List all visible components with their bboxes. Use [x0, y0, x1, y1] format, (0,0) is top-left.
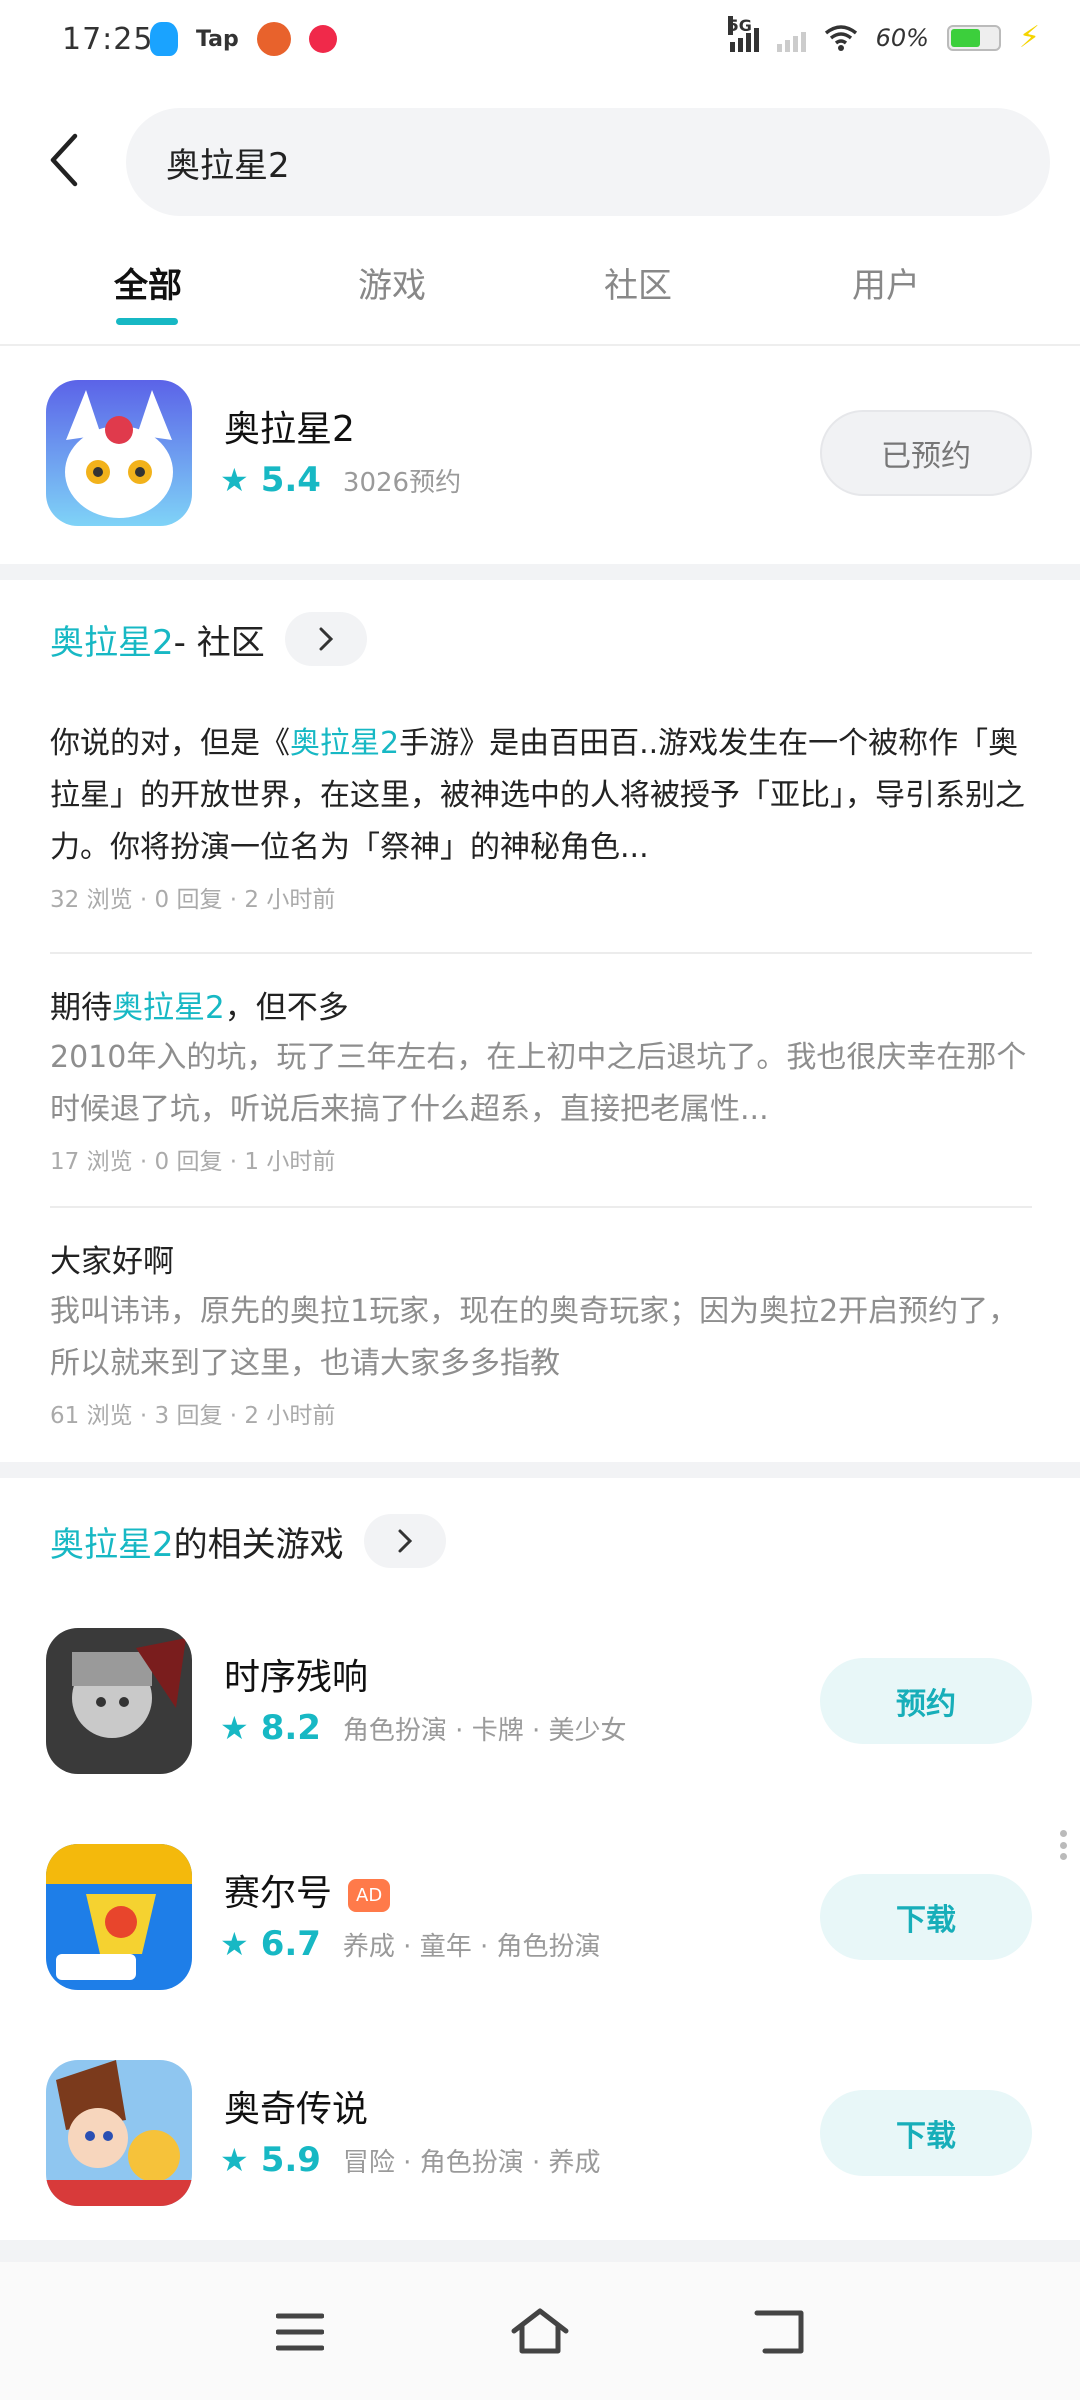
- post-body: 2010年入的坑，玩了三年左右，在上初中之后退坑了。我也很庆幸在那个时候退了坑，…: [50, 1040, 1027, 1127]
- system-icons: 5G 60% ⚡: [727, 15, 1040, 55]
- related-section-title: 奥拉星2 的相关游戏: [50, 1514, 446, 1568]
- community-post[interactable]: 你说的对，但是《奥拉星2手游》是由百田百..游戏发生在一个被称作「奥拉星」的开放…: [50, 718, 1032, 914]
- post-body: 我叫讳讳，原先的奥拉1玩家，现在的奥奇玩家；因为奥拉2开启预约了，所以就来到了这…: [50, 1294, 1019, 1381]
- post-title-prefix: 期待: [50, 990, 112, 1026]
- return-button[interactable]: [740, 2302, 820, 2362]
- charging-icon: ⚡: [1018, 20, 1040, 55]
- app-rating: 5.4: [260, 460, 321, 500]
- taptap-icon: Tap: [196, 26, 239, 52]
- star-icon: ★: [220, 1925, 249, 1963]
- more-options-icon[interactable]: [1058, 1830, 1068, 1860]
- related-game-item[interactable]: 奥奇传说 ★ 5.9 冒险 · 角色扮演 · 养成 下载: [0, 2060, 1080, 2230]
- community-title-highlight: 奥拉星2: [50, 622, 174, 663]
- game-tags: 冒险 · 角色扮演 · 养成: [342, 2147, 601, 2178]
- ad-badge: AD: [348, 1878, 391, 1912]
- related-game-item[interactable]: 赛尔号 AD ★ 6.7 养成 · 童年 · 角色扮演 下载: [0, 1844, 1080, 2014]
- tab-users[interactable]: 用户: [806, 258, 966, 307]
- tab-games[interactable]: 游戏: [312, 258, 472, 307]
- pumpkin-icon: [256, 22, 291, 56]
- section-divider: [0, 2240, 1080, 2262]
- community-post[interactable]: 期待奥拉星2，但不多 2010年入的坑，玩了三年左右，在上初中之后退坑了。我也很…: [50, 984, 1032, 1176]
- menu-icon: [276, 2313, 324, 2351]
- star-icon: ★: [220, 2141, 249, 2179]
- post-stats: 17 浏览 · 0 回复 · 1 小时前: [50, 1149, 336, 1175]
- network-type: 5G: [727, 15, 752, 35]
- related-title-highlight: 奥拉星2: [50, 1524, 174, 1565]
- chevron-right-icon: [398, 1529, 412, 1553]
- download-button[interactable]: 下载: [820, 2090, 1032, 2176]
- game-name: 奥奇传说: [224, 2089, 369, 2130]
- app-name: 奥拉星2: [224, 409, 355, 450]
- wifi-icon: [824, 24, 858, 52]
- post-body-highlight: 奥拉星2: [290, 726, 400, 761]
- status-bar: 17:25 Tap 5G 60% ⚡: [0, 0, 1080, 84]
- game-meta: ★ 6.7 养成 · 童年 · 角色扮演: [220, 1924, 601, 1964]
- post-body-prefix: 你说的对，但是《: [50, 726, 290, 761]
- app-icon: [46, 380, 192, 526]
- section-divider: [0, 564, 1080, 580]
- star-icon: ★: [220, 1709, 249, 1747]
- game-icon: [46, 1628, 192, 1774]
- battery-icon: [946, 24, 1001, 51]
- game-name: 时序残响: [224, 1657, 369, 1698]
- section-divider: [0, 1462, 1080, 1478]
- post-title-suffix: ，但不多: [224, 990, 349, 1026]
- download-button[interactable]: 下载: [820, 1874, 1032, 1960]
- battery-percent: 60%: [875, 23, 929, 52]
- return-icon: [754, 2310, 804, 2354]
- related-title-rest: 的相关游戏: [173, 1524, 344, 1565]
- related-more-button[interactable]: [363, 1514, 446, 1568]
- game-rating: 6.7: [260, 1924, 321, 1964]
- notification-icons: Tap: [150, 22, 337, 56]
- search-header: 奥拉星2: [0, 100, 1080, 220]
- tab-community[interactable]: 社区: [558, 258, 718, 307]
- community-more-button[interactable]: [284, 612, 367, 666]
- game-tags: 角色扮演 · 卡牌 · 美少女: [342, 1715, 627, 1746]
- game-name: 赛尔号 AD: [224, 1864, 391, 1916]
- chevron-right-icon: [319, 627, 333, 651]
- related-game-item[interactable]: 时序残响 ★ 8.2 角色扮演 · 卡牌 · 美少女 预约: [0, 1628, 1080, 1798]
- post-divider: [50, 1206, 1032, 1208]
- game-meta: ★ 8.2 角色扮演 · 卡牌 · 美少女: [220, 1708, 627, 1748]
- post-title-highlight: 奥拉星2: [112, 990, 225, 1026]
- menu-button[interactable]: [260, 2302, 340, 2362]
- community-post[interactable]: 大家好啊 我叫讳讳，原先的奥拉1玩家，现在的奥奇玩家；因为奥拉2开启预约了，所以…: [50, 1238, 1032, 1430]
- reserved-button[interactable]: 已预约: [820, 410, 1032, 496]
- app-reservations: 3026预约: [342, 467, 462, 498]
- game-icon: [46, 2060, 192, 2206]
- game-rating: 5.9: [260, 2140, 321, 2180]
- game-meta: ★ 5.9 冒险 · 角色扮演 · 养成: [220, 2140, 601, 2180]
- community-title-rest: - 社区: [173, 622, 265, 663]
- game-tags: 养成 · 童年 · 角色扮演: [342, 1931, 601, 1962]
- active-tab-indicator: [116, 318, 178, 325]
- back-button[interactable]: [36, 124, 92, 196]
- notification-dot-icon: [308, 25, 337, 53]
- status-time: 17:25: [62, 22, 154, 57]
- game-rating: 8.2: [260, 1708, 321, 1748]
- signal-sim2-icon: [776, 24, 806, 52]
- top-app-result[interactable]: 奥拉星2 ★ 5.4 3026预约 已预约: [0, 380, 1080, 550]
- system-nav-bar: [0, 2262, 1080, 2400]
- star-icon: ★: [220, 461, 249, 499]
- app-meta: ★ 5.4 3026预约: [220, 460, 461, 500]
- tab-all[interactable]: 全部: [68, 258, 228, 307]
- post-body: 你说的对，但是《奥拉星2手游》是由百田百..游戏发生在一个被称作「奥拉星」的开放…: [50, 718, 1032, 874]
- result-tabs: 全部 游戏 社区 用户: [0, 240, 1080, 346]
- signal-5g-icon: 5G: [727, 15, 759, 52]
- home-button[interactable]: [500, 2302, 580, 2362]
- game-icon: [46, 1844, 192, 1990]
- community-section-title: 奥拉星2 - 社区: [50, 612, 367, 666]
- post-stats: 61 浏览 · 3 回复 · 2 小时前: [50, 1403, 336, 1429]
- search-input[interactable]: 奥拉星2: [126, 108, 1050, 216]
- post-divider: [50, 952, 1032, 954]
- post-title: 期待奥拉星2，但不多: [50, 984, 1032, 1032]
- post-title: 大家好啊: [50, 1244, 174, 1280]
- home-icon: [511, 2308, 569, 2354]
- qq-icon: [150, 22, 178, 56]
- reserve-button[interactable]: 预约: [820, 1658, 1032, 1744]
- chevron-left-icon: [50, 133, 78, 187]
- post-stats: 32 浏览 · 0 回复 · 2 小时前: [50, 887, 336, 913]
- game-name-text: 赛尔号: [224, 1873, 333, 1914]
